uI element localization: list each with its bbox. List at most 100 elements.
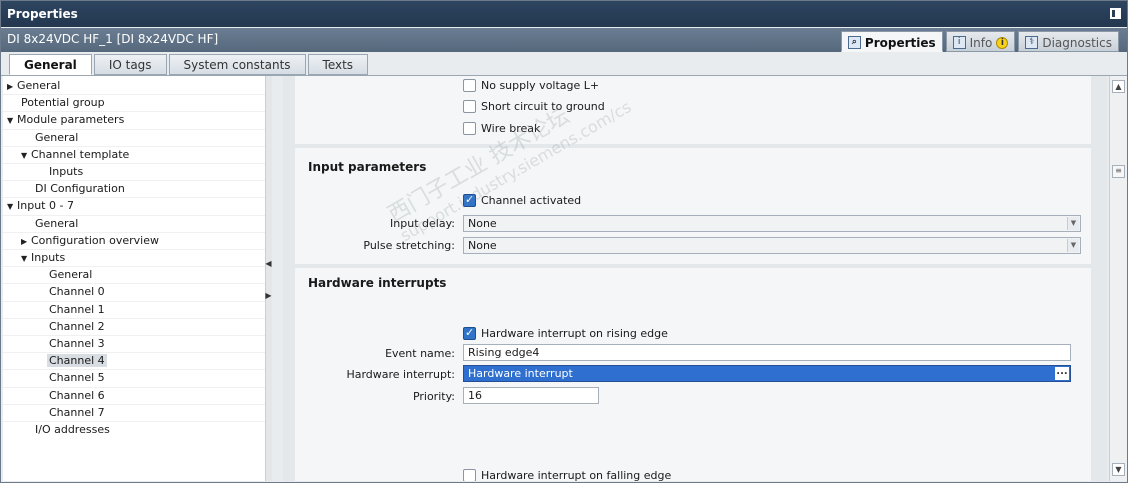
info-badge-icon: i (996, 36, 1009, 49)
event-name-value: Rising edge4 (468, 346, 540, 359)
tree-item-module-general[interactable]: General (3, 130, 265, 147)
tree-item-inputs[interactable]: ▼ Inputs (3, 250, 265, 268)
input-parameters-title: Input parameters (308, 160, 427, 174)
no-supply-voltage-checkbox[interactable] (463, 79, 476, 92)
hardware-interrupt-value: Hardware interrupt (468, 367, 573, 380)
chevron-down-icon: ▼ (21, 150, 28, 160)
input-delay-value: None (468, 217, 497, 230)
tab-general[interactable]: General (9, 54, 92, 75)
tab-diagnostics-label: Diagnostics (1042, 35, 1112, 50)
tree-item-input-0-7[interactable]: ▼ Input 0 - 7 (3, 198, 265, 216)
hardware-interrupts-title: Hardware interrupts (308, 276, 447, 290)
rising-edge-label: Hardware interrupt on rising edge (481, 327, 668, 340)
tree-item-label: Channel 1 (49, 302, 105, 316)
chevron-down-icon[interactable]: ▼ (1067, 217, 1079, 230)
tree-item-label: Channel 0 (49, 285, 105, 299)
expand-right-icon[interactable]: ▶ (265, 291, 272, 301)
tree-item-label: General (49, 268, 93, 282)
tab-texts[interactable]: Texts (307, 54, 369, 75)
hardware-interrupt-input[interactable]: Hardware interrupt ... (463, 365, 1071, 382)
section-tabs: General IO tags System constants Texts (9, 54, 369, 75)
pulse-stretching-value: None (468, 239, 497, 252)
tree-item-label: Channel 3 (49, 337, 105, 350)
tree-item-label: Inputs (31, 251, 66, 264)
tree-item-potential-group[interactable]: Potential group (3, 95, 265, 113)
tree-item-configuration-overview[interactable]: ▶ Configuration overview (3, 233, 265, 250)
tree-item-channel-template[interactable]: ▼ Channel template (3, 147, 265, 164)
tree-item-channel-4[interactable]: Channel 4 (3, 353, 265, 371)
tree-item-label: Input 0 - 7 (17, 199, 74, 213)
tab-info[interactable]: i Info i (945, 31, 1016, 52)
info-icon: i (952, 36, 966, 49)
input-delay-label: Input delay: (390, 217, 455, 230)
priority-input[interactable]: 16 (463, 387, 599, 404)
tree-item-channel-6[interactable]: Channel 6 (3, 388, 265, 405)
tab-properties-label: Properties (864, 35, 936, 50)
diagnostics-icon: ⚕ (1025, 36, 1039, 49)
tree-item-label: Potential group (21, 96, 105, 110)
tree-item-module-parameters[interactable]: ▼ Module parameters (3, 112, 265, 130)
chevron-down-icon: ▼ (21, 254, 28, 263)
tree-item-channel-5[interactable]: Channel 5 (3, 370, 265, 388)
tree-item-label: Channel 5 (49, 371, 105, 385)
tree-item-di-configuration[interactable]: DI Configuration (3, 181, 265, 199)
properties-window: Properties DI 8x24VDC HF_1 [DI 8x24VDC H… (0, 0, 1128, 483)
tab-diagnostics[interactable]: ⚕ Diagnostics (1018, 31, 1119, 52)
channel-activated-checkbox[interactable] (463, 193, 476, 207)
scroll-up-icon[interactable]: ▲ (1112, 80, 1125, 93)
hardware-interrupt-label: Hardware interrupt: (346, 368, 455, 381)
no-supply-voltage-label: No supply voltage L+ (481, 79, 600, 92)
tab-properties[interactable]: ⌕ Properties (840, 31, 943, 52)
tree-item-input-general[interactable]: General (3, 216, 265, 233)
wire-break-checkbox[interactable] (463, 122, 476, 135)
tree-item-channel-7[interactable]: Channel 7 (3, 405, 265, 422)
tree-item-channel-1[interactable]: Channel 1 (3, 302, 265, 319)
tree-item-label: General (35, 130, 79, 144)
tree-item-template-inputs[interactable]: Inputs (3, 164, 265, 182)
tree-item-inputs-general[interactable]: General (3, 267, 265, 285)
scroll-thumb[interactable]: ≡ (1112, 165, 1125, 178)
tree-item-channel-3[interactable]: Channel 3 (3, 336, 265, 354)
short-circuit-checkbox[interactable] (463, 100, 476, 113)
tree-item-label: Channel 6 (49, 388, 105, 402)
chevron-down-icon: ▼ (7, 116, 14, 126)
pulse-stretching-select[interactable]: None ▼ (463, 237, 1081, 254)
window-title: Properties (7, 7, 78, 21)
falling-edge-checkbox[interactable] (463, 469, 476, 481)
vertical-scrollbar[interactable]: ▲ ≡ ▼ (1109, 76, 1127, 481)
short-circuit-label: Short circuit to ground (481, 100, 605, 113)
event-name-label: Event name: (385, 347, 455, 360)
browse-dots-icon[interactable]: ... (1055, 367, 1069, 380)
chevron-down-icon[interactable]: ▼ (1067, 239, 1079, 252)
tree-item-label: DI Configuration (35, 182, 125, 196)
dock-icon[interactable] (1110, 8, 1121, 19)
tab-io-tags[interactable]: IO tags (93, 54, 167, 75)
tree-item-label: Channel 7 (49, 405, 105, 419)
tree-item-label: General (35, 216, 79, 230)
tree-item-label: Configuration overview (31, 233, 159, 247)
tab-system-constants[interactable]: System constants (168, 54, 306, 75)
tree-splitter[interactable] (265, 76, 272, 481)
tree-item-label: Channel template (31, 147, 130, 161)
event-name-input[interactable]: Rising edge4 (463, 344, 1071, 361)
tree-item-label: General (17, 79, 61, 92)
pulse-stretching-label: Pulse stretching: (363, 239, 455, 252)
tree-item-label: Inputs (49, 165, 84, 178)
wire-break-label: Wire break (481, 122, 541, 135)
input-delay-select[interactable]: None ▼ (463, 215, 1081, 232)
hardware-interrupts-panel: Hardware interrupts Hardware interrupt o… (295, 268, 1091, 481)
collapse-left-icon[interactable]: ◀ (265, 259, 272, 269)
chevron-right-icon: ▶ (21, 236, 28, 246)
parameter-pane: No supply voltage L+ Short circuit to gr… (283, 76, 1107, 481)
input-parameters-panel: Input parameters Channel activated Input… (295, 148, 1091, 264)
properties-icon: ⌕ (847, 36, 861, 49)
title-bar: Properties (1, 1, 1127, 27)
tree-item-label: Channel 4 (47, 354, 107, 368)
tree-item-channel-2[interactable]: Channel 2 (3, 319, 265, 336)
scroll-down-icon[interactable]: ▼ (1112, 463, 1125, 476)
tree-item-channel-0[interactable]: Channel 0 (3, 284, 265, 302)
tree-item-io-addresses[interactable]: I/O addresses (3, 422, 265, 439)
tree-item-label: Channel 2 (49, 319, 105, 333)
tree-item-general[interactable]: ▶ General (3, 78, 265, 96)
rising-edge-checkbox[interactable] (463, 326, 476, 340)
